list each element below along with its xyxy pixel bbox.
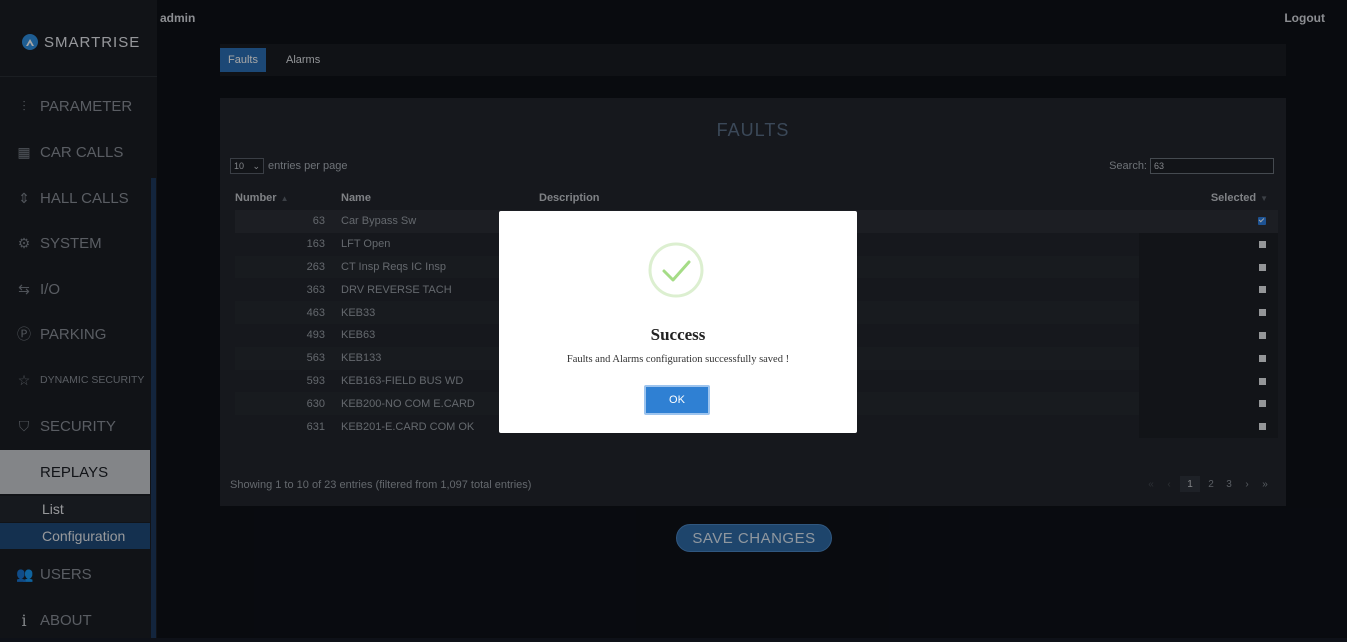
success-dialog: Success Faults and Alarms configuration … bbox=[499, 211, 857, 433]
ok-button[interactable]: OK bbox=[644, 385, 710, 415]
dialog-message: Faults and Alarms configuration successf… bbox=[566, 354, 790, 365]
success-check-icon bbox=[648, 242, 704, 298]
dialog-title: Success bbox=[650, 325, 706, 344]
